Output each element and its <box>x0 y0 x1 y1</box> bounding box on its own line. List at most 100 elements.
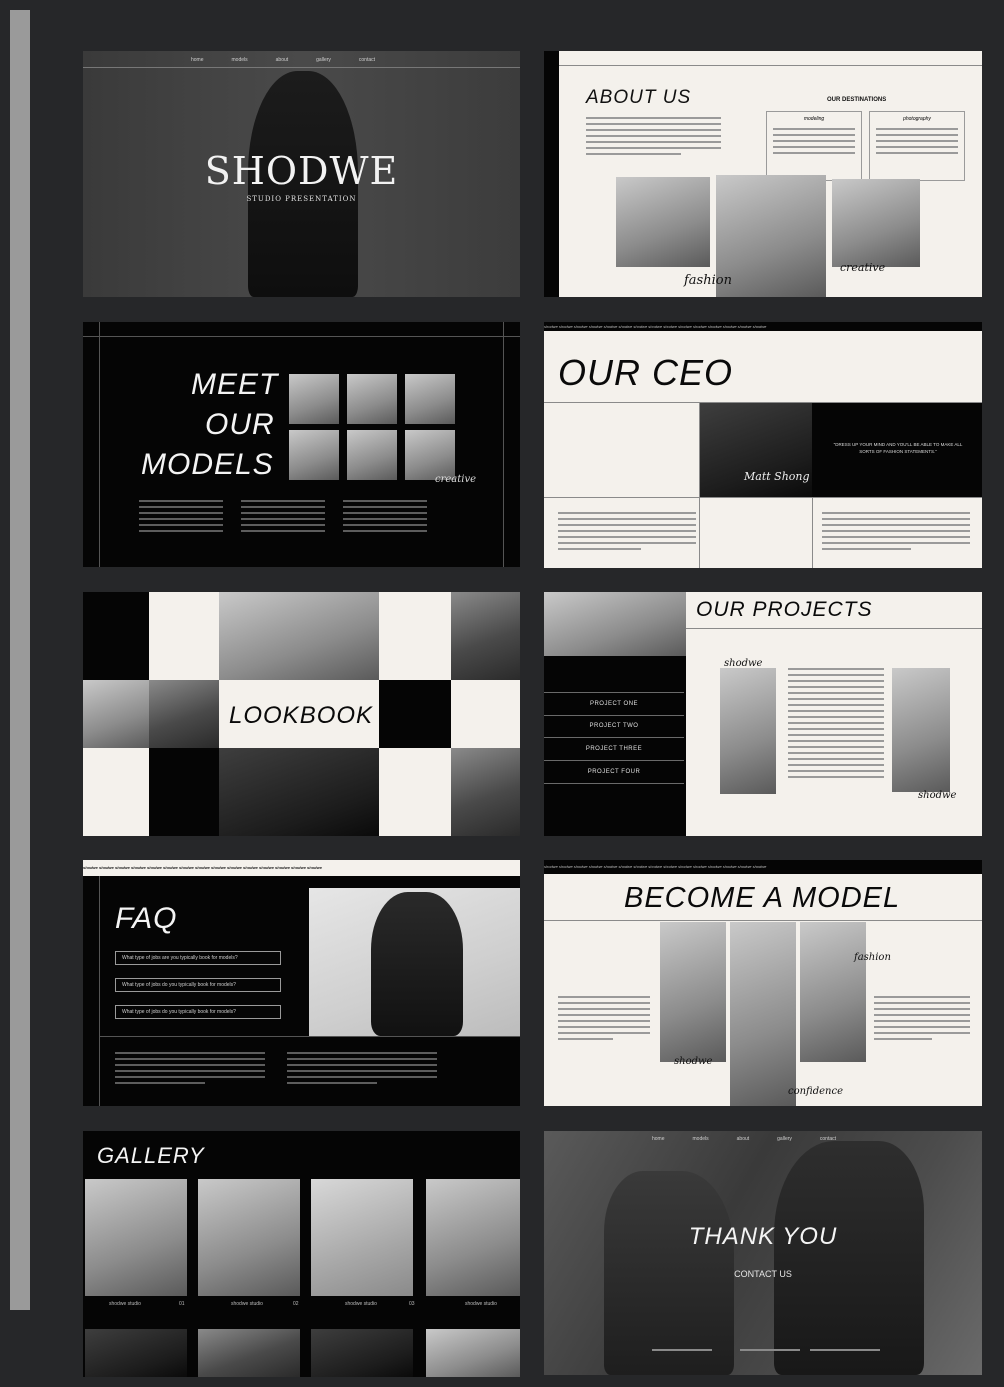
couple-silhouette-2 <box>774 1141 924 1375</box>
about-body <box>586 117 721 159</box>
lookbook-cell-5 <box>379 748 451 836</box>
ticker-text: shodwe shodwe shodwe shodwe shodwe shodw… <box>83 865 322 870</box>
ceo-quote-box: "DRESS UP YOUR MIND AND YOU'LL BE ABLE T… <box>812 403 982 497</box>
project-item-3[interactable]: PROJECT THREE <box>544 738 684 761</box>
gallery-number-3: 03 <box>409 1301 415 1307</box>
ceo-rule-2 <box>544 497 982 498</box>
destination-card-2: photography <box>869 111 965 181</box>
become-script-shodwe: shodwe <box>674 1056 713 1067</box>
script-creative: creative <box>840 261 886 274</box>
nav-underline <box>83 67 520 68</box>
slide-nav: home models about gallery contact <box>652 1136 836 1142</box>
model-thumb-5[interactable] <box>347 430 397 480</box>
gallery-photo-4[interactable] <box>426 1179 520 1296</box>
slide-faq[interactable]: shodwe shodwe shodwe shodwe shodwe shodw… <box>83 860 520 1106</box>
nav-item-models[interactable]: models <box>693 1136 709 1142</box>
faq-rule <box>99 1036 520 1037</box>
project-item-2[interactable]: PROJECT TWO <box>544 715 684 738</box>
nav-item-models[interactable]: models <box>232 57 248 63</box>
project-photo-2 <box>892 668 950 792</box>
models-title-1: MEET <box>191 368 279 401</box>
card-2-title: photography <box>903 116 931 122</box>
become-photo-1 <box>660 922 726 1062</box>
project-item-1[interactable]: PROJECT ONE <box>544 692 684 716</box>
gallery-photo-1[interactable] <box>85 1179 187 1296</box>
slide-nav: home models about gallery contact <box>191 57 375 63</box>
slide-our-projects[interactable]: OUR PROJECTS PROJECT ONE PROJECT TWO PRO… <box>544 592 982 836</box>
lookbook-photo-ear <box>219 592 379 680</box>
model-thumb-3[interactable] <box>405 374 455 424</box>
ticker-band: shodwe shodwe shodwe shodwe shodwe shodw… <box>544 322 982 331</box>
slide-thank-you[interactable]: home models about gallery contact THANK … <box>544 1131 982 1375</box>
faq-photo <box>309 888 520 1036</box>
project-photo-1 <box>720 668 776 794</box>
lookbook-cell-1 <box>149 592 219 680</box>
faq-question-3[interactable]: What type of jobs do you typically book … <box>115 1005 281 1019</box>
gallery-photo-2[interactable] <box>198 1179 300 1296</box>
slide-our-ceo[interactable]: shodwe shodwe shodwe shodwe shodwe shodw… <box>544 322 982 568</box>
cover-title: SHODWE <box>204 149 399 193</box>
models-col-2 <box>241 500 325 536</box>
model-thumb-2[interactable] <box>347 374 397 424</box>
side-band <box>544 51 559 297</box>
projects-title: OUR PROJECTS <box>696 598 873 621</box>
nav-item-contact[interactable]: contact <box>820 1136 836 1142</box>
nav-item-gallery[interactable]: gallery <box>777 1136 792 1142</box>
gallery-caption-2: shodwe studio <box>231 1301 263 1307</box>
nav-item-home[interactable]: home <box>652 1136 665 1142</box>
slide-lookbook[interactable]: LOOKBOOK <box>83 592 520 836</box>
slide-meet-models[interactable]: MEET OUR MODELS creative <box>83 322 520 567</box>
model-thumb-6[interactable] <box>405 430 455 480</box>
ceo-signature: Matt Shong <box>744 470 810 483</box>
lookbook-photo-group <box>149 680 219 748</box>
project-item-4[interactable]: PROJECT FOUR <box>544 761 684 784</box>
faq-title: FAQ <box>115 902 178 935</box>
nav-item-contact[interactable]: contact <box>359 57 375 63</box>
become-photo-3 <box>800 922 866 1062</box>
project-script-2: shodwe <box>918 790 957 801</box>
script-fashion: fashion <box>684 273 732 288</box>
faq-model-silhouette <box>371 892 463 1036</box>
become-script-confidence: confidence <box>788 1086 844 1097</box>
faq-question-2[interactable]: What type of jobs do you typically book … <box>115 978 281 992</box>
gallery-photo-7[interactable] <box>311 1329 413 1377</box>
gallery-photo-6[interactable] <box>198 1329 300 1377</box>
ceo-body-left <box>558 512 696 554</box>
gallery-photo-8[interactable] <box>426 1329 520 1377</box>
contact-us-link[interactable]: CONTACT US <box>544 1269 982 1279</box>
lookbook-cell-4 <box>83 748 149 836</box>
nav-item-about[interactable]: about <box>276 57 289 63</box>
faq-body-left <box>115 1052 265 1088</box>
ceo-quote: "DRESS UP YOUR MIND AND YOU'LL BE ABLE T… <box>833 442 963 454</box>
ticker-text: shodwe shodwe shodwe shodwe shodwe shodw… <box>544 864 767 869</box>
scrollbar-track[interactable] <box>10 10 30 1310</box>
photo-model-3 <box>832 179 920 267</box>
gallery-number-1: 01 <box>179 1301 185 1307</box>
guide-right <box>503 322 504 567</box>
lookbook-cell-2 <box>379 592 451 680</box>
footer-info-2 <box>740 1349 800 1355</box>
slide-gallery[interactable]: GALLERY shodwe studio 01 shodwe studio 0… <box>83 1131 520 1377</box>
lookbook-cell-3 <box>451 680 520 748</box>
lookbook-photo-seated <box>451 592 520 680</box>
model-thumb-1[interactable] <box>289 374 339 424</box>
slide-cover[interactable]: home models about gallery contact SHODWE… <box>83 51 520 297</box>
models-col-1 <box>139 500 223 536</box>
nav-item-about[interactable]: about <box>737 1136 750 1142</box>
lookbook-photo-horse <box>451 748 520 836</box>
slide-become-model[interactable]: shodwe shodwe shodwe shodwe shodwe shodw… <box>544 860 982 1106</box>
footer-info-1 <box>652 1349 712 1355</box>
slide-about-us[interactable]: ABOUT US OUR DESTINATIONS modeling photo… <box>544 51 982 297</box>
nav-item-gallery[interactable]: gallery <box>316 57 331 63</box>
lookbook-photo-rock <box>83 680 149 748</box>
photo-model-1 <box>616 177 710 267</box>
projects-rule <box>686 628 982 629</box>
model-thumb-4[interactable] <box>289 430 339 480</box>
nav-item-home[interactable]: home <box>191 57 204 63</box>
destinations-heading: OUR DESTINATIONS <box>827 97 887 103</box>
gallery-photo-5[interactable] <box>85 1329 187 1377</box>
ticker-band: shodwe shodwe shodwe shodwe shodwe shodw… <box>83 860 520 876</box>
faq-question-1[interactable]: What type of jobs are you typically book… <box>115 951 281 965</box>
ceo-body-right <box>822 512 970 554</box>
gallery-photo-3[interactable] <box>311 1179 413 1296</box>
